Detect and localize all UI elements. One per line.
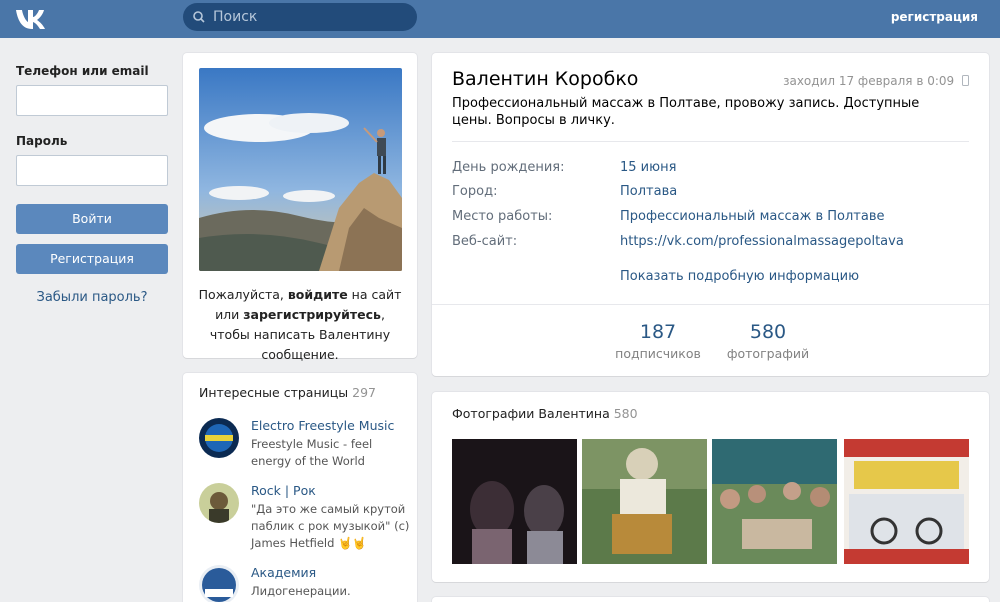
pages-count: 297 xyxy=(352,385,376,400)
photos-header[interactable]: Фотографии Валентина 580 xyxy=(452,406,638,421)
photo-thumbnail[interactable] xyxy=(712,439,837,564)
info-label: Город: xyxy=(452,184,498,199)
photo-thumbnail[interactable] xyxy=(844,439,969,564)
divider xyxy=(432,304,989,305)
counter-number: 580 xyxy=(749,321,787,343)
register-link[interactable]: регистрация xyxy=(891,10,978,24)
prompt-prefix: Пожалуйста, xyxy=(198,287,288,302)
vk-logo-icon[interactable] xyxy=(16,7,50,29)
page-name[interactable]: Electro Freestyle Music xyxy=(251,418,394,433)
page-avatar[interactable] xyxy=(199,418,239,458)
photos-title: Фотографии Валентина xyxy=(452,406,610,421)
password-label: Пароль xyxy=(16,134,68,148)
page-name[interactable]: Академия xyxy=(251,565,316,580)
last-seen: заходил 17 февраля в 0:09 xyxy=(783,74,969,88)
search-placeholder: Поиск xyxy=(213,9,258,25)
counter-label: подписчиков xyxy=(615,346,701,361)
page-name[interactable]: Rock | Рок xyxy=(251,483,316,498)
profile-card: Валентин Коробко заходил 17 февраля в 0:… xyxy=(432,53,989,376)
counter-number: 187 xyxy=(639,321,677,343)
info-label: Место работы: xyxy=(452,209,553,224)
info-label: Веб-сайт: xyxy=(452,234,518,249)
info-value[interactable]: Профессиональный массаж в Полтаве xyxy=(620,209,884,224)
photos-count: 580 xyxy=(613,406,638,421)
profile-name: Валентин Коробко xyxy=(452,68,639,90)
photo-thumbnail[interactable] xyxy=(582,439,707,564)
list-item[interactable]: Electro Freestyle Music Freestyle Music … xyxy=(199,418,409,478)
show-more-link[interactable]: Показать подробную информацию xyxy=(620,269,859,284)
list-item[interactable]: Академия Лидогенерации. xyxy=(199,565,409,602)
prompt-register-link[interactable]: зарегистрируйтесь xyxy=(243,307,381,322)
divider xyxy=(452,141,969,142)
followers-counter[interactable]: 187 подписчиков xyxy=(608,321,708,361)
info-value[interactable]: https://vk.com/professionalmassagepoltav… xyxy=(620,234,904,249)
page-description: "Да это же самый крутой паблик с рок муз… xyxy=(251,502,410,550)
login-prompt-text: Пожалуйста, войдите на сайт или зарегист… xyxy=(195,285,405,365)
next-card-edge xyxy=(432,597,989,602)
page-description: Freestyle Music - feel energy of the Wor… xyxy=(251,437,373,468)
list-item[interactable]: Rock | Рок "Да это же самый крутой пабли… xyxy=(199,483,409,558)
page-description: Лидогенерации. xyxy=(251,584,351,598)
search-icon xyxy=(193,11,205,23)
interesting-pages-card: Интересные страницы 297 Electro Freestyle… xyxy=(183,373,417,602)
mobile-phone-icon xyxy=(962,75,969,86)
photos-counter[interactable]: 580 фотографий xyxy=(718,321,818,361)
page-avatar[interactable] xyxy=(199,483,239,523)
avatar-card: Пожалуйста, войдите на сайт или зарегист… xyxy=(183,53,417,362)
login-button[interactable]: Войти xyxy=(16,204,168,234)
last-seen-text: заходил 17 февраля в 0:09 xyxy=(783,74,955,88)
register-button[interactable]: Регистрация xyxy=(16,244,168,274)
photo-thumbnail[interactable] xyxy=(452,439,577,564)
pages-header[interactable]: Интересные страницы 297 xyxy=(199,385,376,400)
counter-label: фотографий xyxy=(726,346,810,361)
profile-avatar[interactable] xyxy=(199,68,402,271)
forgot-password-link[interactable]: Забыли пароль? xyxy=(16,290,168,305)
info-value[interactable]: 15 июня xyxy=(620,160,676,175)
search-input[interactable]: Поиск xyxy=(183,3,417,31)
top-header: Поиск регистрация xyxy=(0,0,1000,38)
prompt-login-link[interactable]: войдите xyxy=(288,287,348,302)
phone-email-field[interactable] xyxy=(16,85,168,116)
pages-title: Интересные страницы xyxy=(199,385,349,400)
phone-label: Телефон или email xyxy=(16,64,149,78)
info-value[interactable]: Полтава xyxy=(620,184,677,199)
password-field[interactable] xyxy=(16,155,168,186)
page-avatar[interactable] xyxy=(199,565,239,602)
profile-status: Профессиональный массаж в Полтаве, прово… xyxy=(452,96,920,128)
login-form: Телефон или email Пароль Войти Регистрац… xyxy=(16,64,168,305)
info-label: День рождения: xyxy=(452,160,565,175)
photos-card: Фотографии Валентина 580 xyxy=(432,392,989,582)
